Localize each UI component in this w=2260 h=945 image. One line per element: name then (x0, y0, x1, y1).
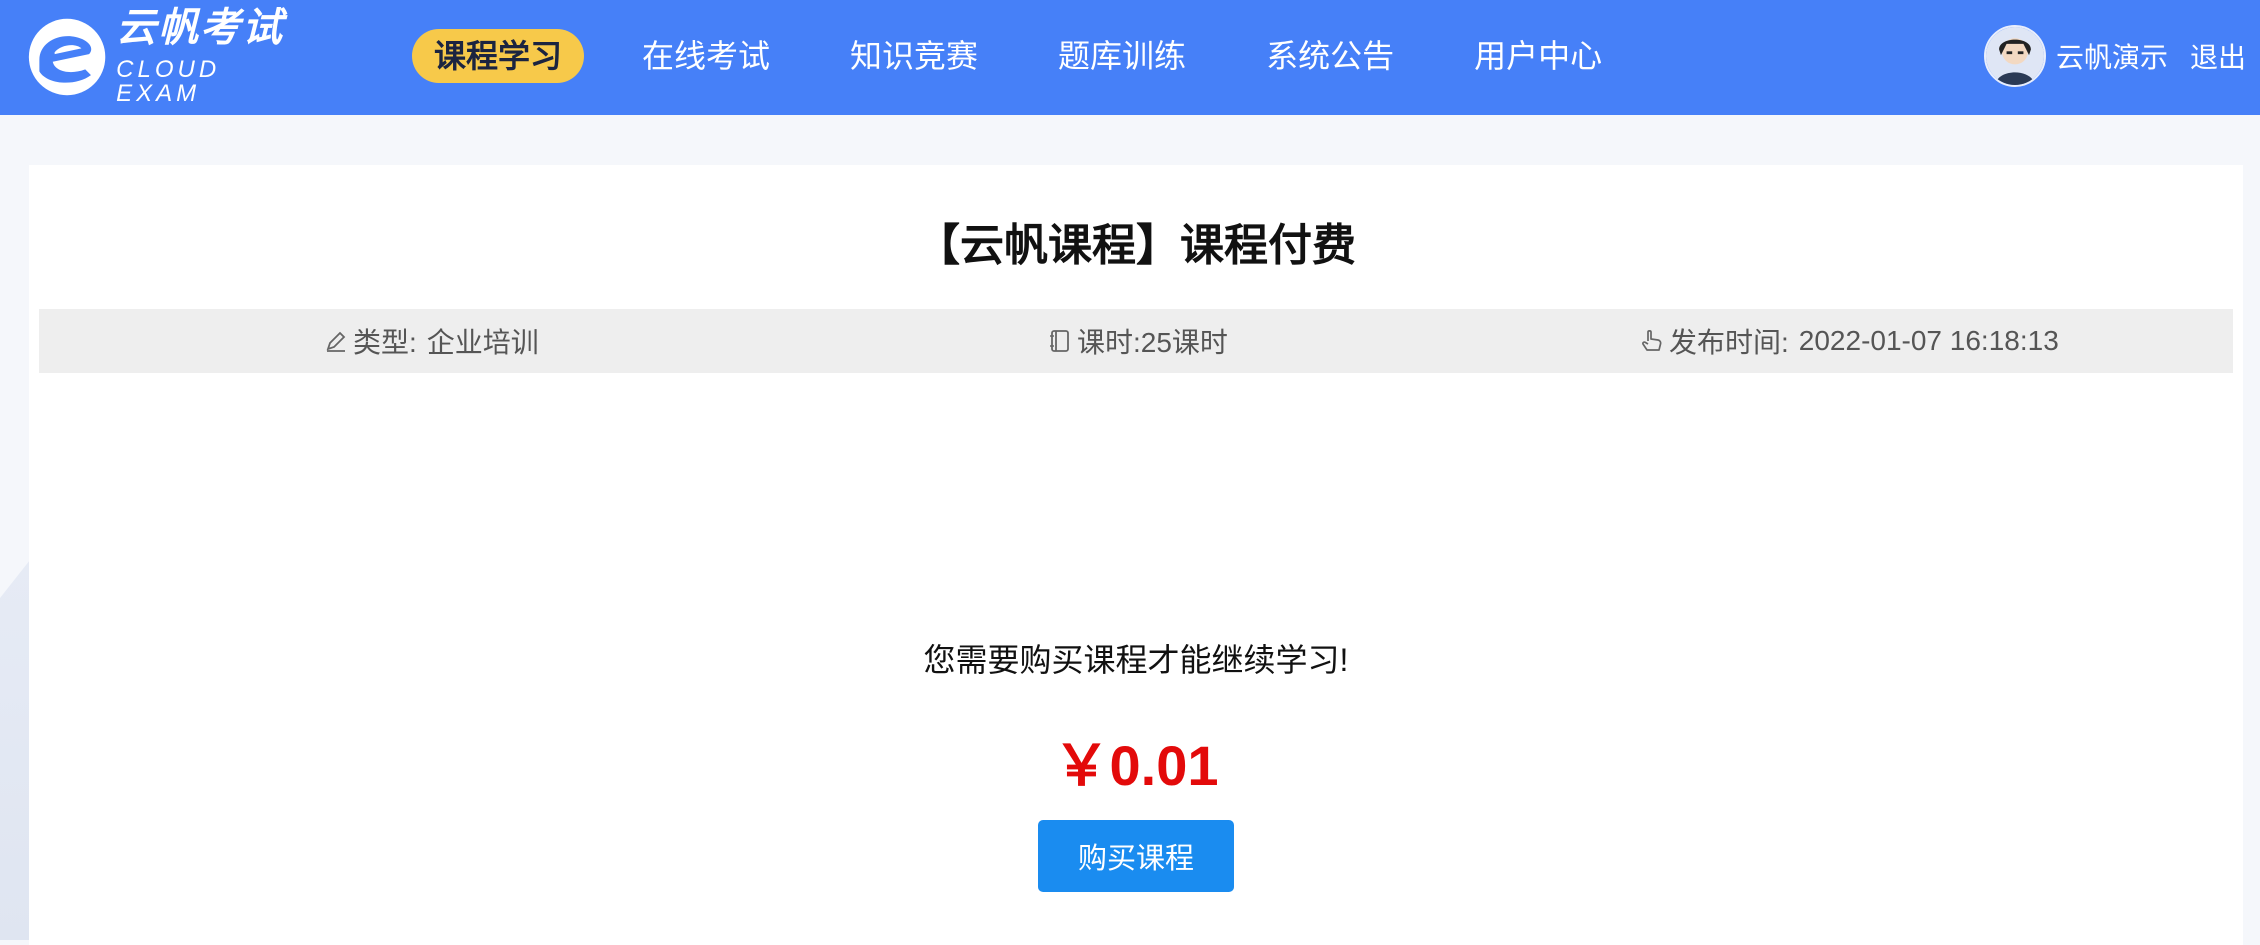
pencil-icon (326, 331, 346, 352)
logo-english: CLOUD EXAM (116, 56, 221, 107)
course-meta-bar: 类型: 企业培训 课时: 25课时 发布时间: 2022-01-07 16:18… (39, 309, 2233, 373)
notebook-icon (1050, 330, 1069, 352)
user-area: 云帆演示 退出 (1983, 24, 2246, 88)
background-decoration (0, 560, 30, 940)
top-header: 云帆考试 CLOUD EXAM 课程学习 在线考试 知识竞赛 题库训练 系统公告… (0, 0, 2260, 115)
nav-online-exam[interactable]: 在线考试 (620, 29, 792, 83)
cloud-exam-logo-icon (28, 18, 106, 96)
course-type-value: 企业培训 (426, 327, 539, 358)
nav-system-notice[interactable]: 系统公告 (1244, 29, 1416, 83)
course-hours: 课时: 25课时 (1047, 309, 1228, 373)
logout-link[interactable]: 退出 (2190, 36, 2246, 76)
course-hours-value: 25课时 (1140, 327, 1228, 358)
nav-user-center[interactable]: 用户中心 (1452, 29, 1624, 83)
logo[interactable]: 云帆考试 CLOUD EXAM (26, 8, 306, 106)
course-title: 【云帆课程】课程付费 (916, 221, 1356, 270)
nav-course-study[interactable]: 课程学习 (412, 29, 585, 83)
avatar[interactable] (1983, 25, 2046, 87)
course-publish-value: 2022-01-07 16:18:13 (1798, 325, 2059, 356)
purchase-notice: 您需要购买课程才能继续学习! (923, 642, 1349, 678)
course-type-label: 类型: (353, 327, 417, 358)
logo-chinese: 云帆考试 (116, 6, 285, 50)
hand-pointer-icon (1642, 330, 1662, 351)
course-type: 类型: 企业培训 (323, 309, 539, 373)
course-card: 【云帆课程】课程付费 类型: 企业培训 课时: 25课时 发布时间: 2022-… (29, 165, 2243, 945)
course-hours-label: 课时: (1077, 327, 1141, 358)
username[interactable]: 云帆演示 (2056, 36, 2168, 76)
course-price: ￥0.01 (1053, 734, 1219, 797)
logo-text: 云帆考试 CLOUD EXAM (116, 8, 306, 106)
course-publish-time: 发布时间: 2022-01-07 16:18:13 (1639, 309, 2059, 373)
course-publish-label: 发布时间: (1669, 327, 1789, 358)
nav-question-bank[interactable]: 题库训练 (1036, 29, 1208, 83)
buy-course-button[interactable]: 购买课程 (1038, 820, 1234, 892)
avatar-image-icon (1985, 27, 2044, 85)
main-nav: 课程学习 在线考试 知识竞赛 题库训练 系统公告 用户中心 (412, 29, 1660, 83)
nav-knowledge-contest[interactable]: 知识竞赛 (828, 29, 1000, 83)
